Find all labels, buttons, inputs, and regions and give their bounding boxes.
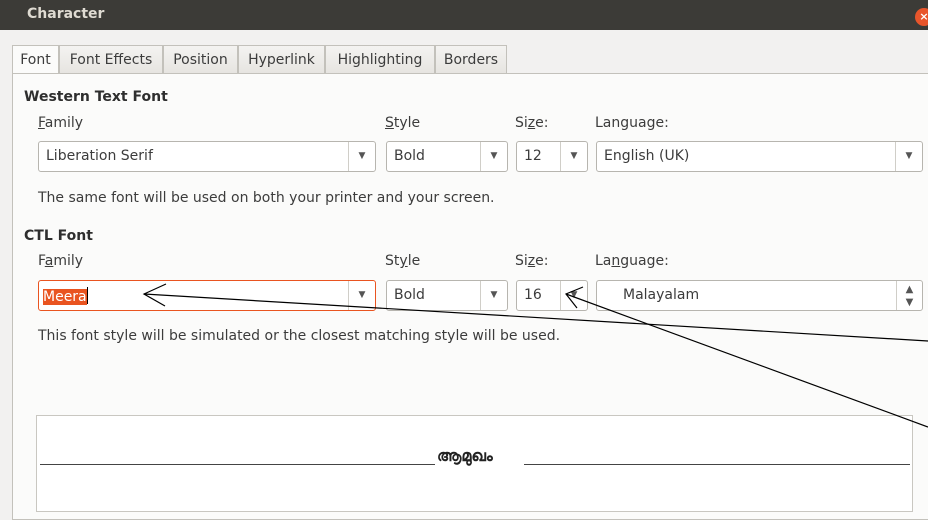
window-titlebar: Character × <box>0 0 928 30</box>
preview-sample-text: ആമുഖം <box>437 446 493 465</box>
tab-font[interactable]: Font <box>12 45 59 75</box>
western-size-value: 12 <box>524 148 542 164</box>
western-language-label: Language: <box>595 115 669 131</box>
chevron-down-icon[interactable]: ▼ <box>480 142 507 171</box>
preview-baseline-left <box>40 464 435 465</box>
western-info-text: The same font will be used on both your … <box>38 190 495 206</box>
ctl-language-label: Language: <box>595 253 669 269</box>
tab-hyperlink[interactable]: Hyperlink <box>238 45 325 74</box>
chevron-down-icon[interactable]: ▼ <box>560 281 587 310</box>
ctl-size-value: 16 <box>524 287 542 303</box>
ctl-family-label: Family <box>38 253 84 269</box>
western-size-label: Size: <box>515 115 549 131</box>
tab-font-effects[interactable]: Font Effects <box>59 45 163 74</box>
western-style-label: Style <box>385 115 421 131</box>
western-family-value: Liberation Serif <box>46 148 153 164</box>
chevron-down-icon[interactable]: ▼ <box>348 281 375 310</box>
chevron-down-icon[interactable]: ▼ <box>895 142 922 171</box>
ctl-size-label: Size: <box>515 253 549 269</box>
chevron-down-icon[interactable]: ▼ <box>560 142 587 171</box>
ctl-language-combo[interactable]: Malayalam ▲ ▼ <box>596 280 923 311</box>
western-family-combo[interactable]: Liberation Serif ▼ <box>38 141 376 172</box>
western-style-value: Bold <box>394 148 425 164</box>
chevron-down-icon[interactable]: ▼ <box>480 281 507 310</box>
font-preview-box: ആമുഖം <box>36 415 913 512</box>
spin-icon[interactable]: ▲ ▼ <box>896 281 922 310</box>
tab-highlighting[interactable]: Highlighting <box>325 45 435 74</box>
ctl-style-value: Bold <box>394 287 425 303</box>
preview-baseline-right <box>524 464 910 465</box>
tab-borders[interactable]: Borders <box>435 45 507 74</box>
spin-up-icon[interactable]: ▲ <box>906 284 914 295</box>
spin-down-icon[interactable]: ▼ <box>906 297 914 308</box>
western-language-value: English (UK) <box>604 148 690 164</box>
western-family-label: Family <box>38 115 84 131</box>
ctl-style-label: Style <box>385 253 421 269</box>
ctl-info-text: This font style will be simulated or the… <box>38 328 561 344</box>
window-title: Character <box>27 6 105 22</box>
ctl-family-combo[interactable]: Meera ▼ <box>38 280 376 311</box>
close-icon[interactable]: × <box>915 8 928 26</box>
chevron-down-icon[interactable]: ▼ <box>348 142 375 171</box>
ctl-family-value[interactable]: Meera <box>43 287 88 305</box>
ctl-language-value: Malayalam <box>623 287 700 303</box>
western-size-combo[interactable]: 12 ▼ <box>516 141 588 172</box>
western-language-combo[interactable]: English (UK) ▼ <box>596 141 923 172</box>
ctl-heading: CTL Font <box>24 228 93 244</box>
tab-position[interactable]: Position <box>163 45 238 74</box>
ctl-size-combo[interactable]: 16 ▼ <box>516 280 588 311</box>
ctl-style-combo[interactable]: Bold ▼ <box>386 280 508 311</box>
western-heading: Western Text Font <box>24 89 168 105</box>
western-style-combo[interactable]: Bold ▼ <box>386 141 508 172</box>
